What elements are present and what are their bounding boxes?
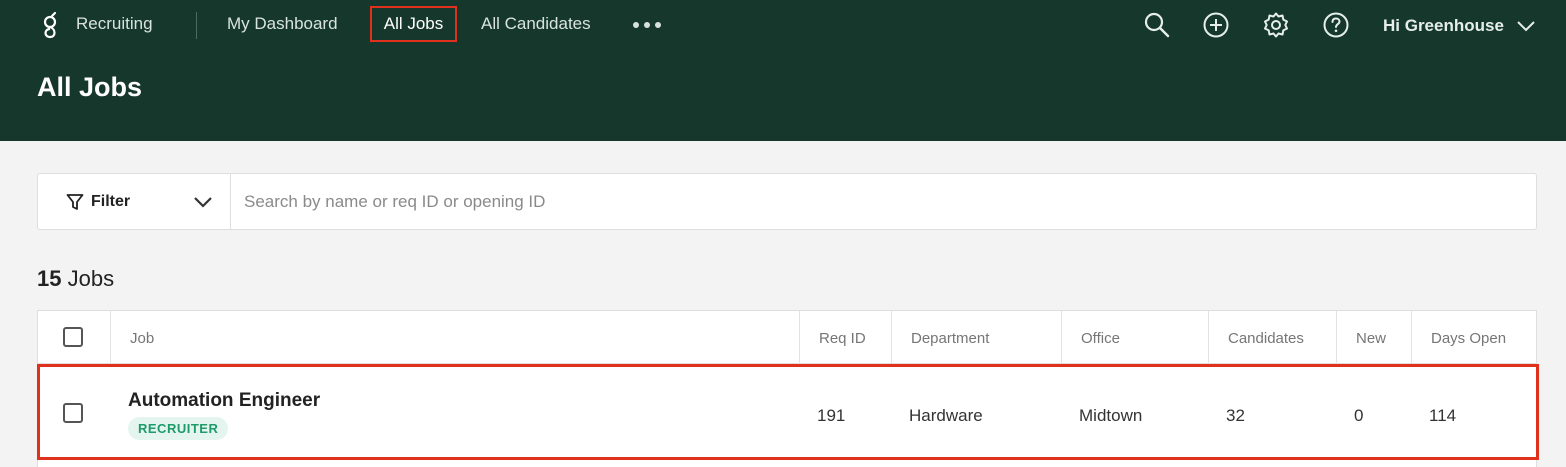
- header-select-cell: [38, 311, 110, 364]
- page-title: All Jobs: [37, 72, 143, 102]
- cell-new[interactable]: 0: [1354, 406, 1363, 426]
- cell-candidates[interactable]: 32: [1226, 406, 1245, 426]
- nav-my-dashboard[interactable]: My Dashboard: [227, 14, 338, 34]
- job-title-link[interactable]: Automation Engineer: [128, 390, 320, 412]
- col-job[interactable]: Job: [110, 311, 799, 364]
- search-input[interactable]: [232, 174, 1536, 229]
- chevron-down-icon: [194, 197, 212, 208]
- product-name[interactable]: Recruiting: [76, 14, 153, 34]
- cell-req-id: 191: [817, 406, 846, 425]
- table-header: Job Req ID Department Office Candidates …: [38, 311, 1536, 364]
- greenhouse-logo-icon[interactable]: [40, 10, 60, 40]
- select-all-checkbox[interactable]: [63, 327, 83, 347]
- nav-divider: [196, 12, 197, 39]
- more-icon[interactable]: [633, 22, 661, 28]
- row-checkbox[interactable]: [63, 403, 83, 423]
- top-nav: Recruiting My Dashboard All Jobs All Can…: [0, 0, 1566, 50]
- user-menu-label[interactable]: Hi Greenhouse: [1383, 16, 1504, 36]
- filter-label: Filter: [91, 193, 131, 210]
- col-candidates[interactable]: Candidates: [1208, 311, 1336, 364]
- jobs-count-label: Jobs: [67, 266, 115, 291]
- help-icon[interactable]: [1322, 11, 1350, 39]
- col-office[interactable]: Office: [1061, 311, 1208, 364]
- col-days-open[interactable]: Days Open: [1411, 311, 1536, 364]
- nav-all-jobs[interactable]: All Jobs: [370, 6, 457, 42]
- cell-office: Midtown: [1079, 406, 1143, 425]
- table-row[interactable]: Automation Engineer RECRUITER 191 Hardwa…: [37, 364, 1539, 460]
- jobs-count-number: 15: [37, 266, 62, 291]
- col-department[interactable]: Department: [891, 311, 1061, 364]
- add-icon[interactable]: [1202, 11, 1230, 39]
- recruiter-badge: RECRUITER: [128, 417, 229, 440]
- jobs-count: 15 Jobs: [37, 266, 114, 292]
- filter-search-bar: Filter: [37, 173, 1537, 230]
- col-new[interactable]: New: [1336, 311, 1411, 364]
- cell-days-open: 114: [1429, 406, 1457, 425]
- top-header: Recruiting My Dashboard All Jobs All Can…: [0, 0, 1566, 141]
- nav-all-candidates[interactable]: All Candidates: [481, 14, 591, 34]
- cell-department: Hardware: [909, 406, 983, 425]
- col-req-id[interactable]: Req ID: [799, 311, 891, 364]
- gear-icon[interactable]: [1262, 11, 1290, 39]
- search-icon[interactable]: [1143, 11, 1171, 39]
- chevron-down-icon[interactable]: [1515, 18, 1537, 34]
- filter-icon: [66, 194, 84, 210]
- filter-dropdown[interactable]: Filter: [38, 174, 231, 229]
